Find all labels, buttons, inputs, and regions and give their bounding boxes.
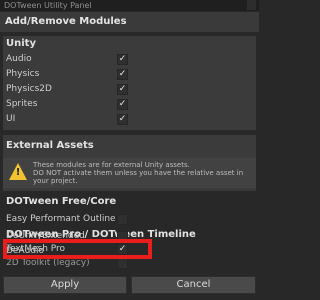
window-title: DOTween Utility Panel bbox=[4, 1, 92, 10]
module-label: Audio bbox=[6, 54, 32, 64]
module-row-ui[interactable]: UI ✓ bbox=[6, 112, 256, 127]
module-checkbox[interactable] bbox=[117, 258, 128, 269]
warning-exclamation: ! bbox=[15, 167, 21, 178]
textmesh-pro-highlight bbox=[3, 239, 152, 259]
window-titlebar: DOTween Utility Panel bbox=[0, 0, 259, 11]
module-row-sprites[interactable]: Sprites ✓ bbox=[6, 97, 256, 112]
cancel-button[interactable]: Cancel bbox=[131, 276, 256, 294]
warning-line-1: These modules are for external Unity ass… bbox=[33, 161, 190, 169]
module-checkbox[interactable]: ✓ bbox=[117, 99, 128, 110]
module-row-physics[interactable]: Physics ✓ bbox=[6, 67, 256, 82]
module-label: UI bbox=[6, 114, 16, 124]
unity-section-title: Unity bbox=[6, 38, 36, 49]
module-row-physics2d[interactable]: Physics2D ✓ bbox=[6, 82, 256, 97]
close-window-button[interactable] bbox=[247, 0, 256, 10]
warning-text: These modules are for external Unity ass… bbox=[33, 161, 253, 185]
module-checkbox[interactable]: ✓ bbox=[117, 69, 128, 80]
module-checkbox[interactable] bbox=[117, 214, 128, 225]
module-row-easy-performant-outline[interactable]: Easy Performant Outline bbox=[6, 212, 256, 227]
module-label: Sprites bbox=[6, 99, 38, 109]
module-checkbox[interactable]: ✓ bbox=[117, 114, 128, 125]
free-core-title: DOTween Free/Core bbox=[6, 196, 117, 207]
panel-heading: Add/Remove Modules bbox=[0, 12, 259, 32]
module-row-audio[interactable]: Audio ✓ bbox=[6, 52, 256, 67]
external-assets-warning: ! These modules are for external Unity a… bbox=[3, 158, 256, 188]
module-label: Physics2D bbox=[6, 84, 52, 94]
module-checkbox[interactable]: ✓ bbox=[117, 84, 128, 95]
module-label: Easy Performant Outline bbox=[6, 214, 116, 224]
warning-line-2: DO NOT activate them unless you have the… bbox=[33, 169, 244, 185]
apply-button[interactable]: Apply bbox=[3, 276, 127, 294]
module-label: 2D Toolkit (legacy) bbox=[6, 258, 90, 268]
unity-section: Unity Audio ✓ Physics ✓ Physics2D ✓ Spri… bbox=[3, 36, 256, 130]
external-assets-title: External Assets bbox=[6, 140, 94, 151]
module-checkbox[interactable]: ✓ bbox=[117, 54, 128, 65]
module-label: Physics bbox=[6, 69, 40, 79]
